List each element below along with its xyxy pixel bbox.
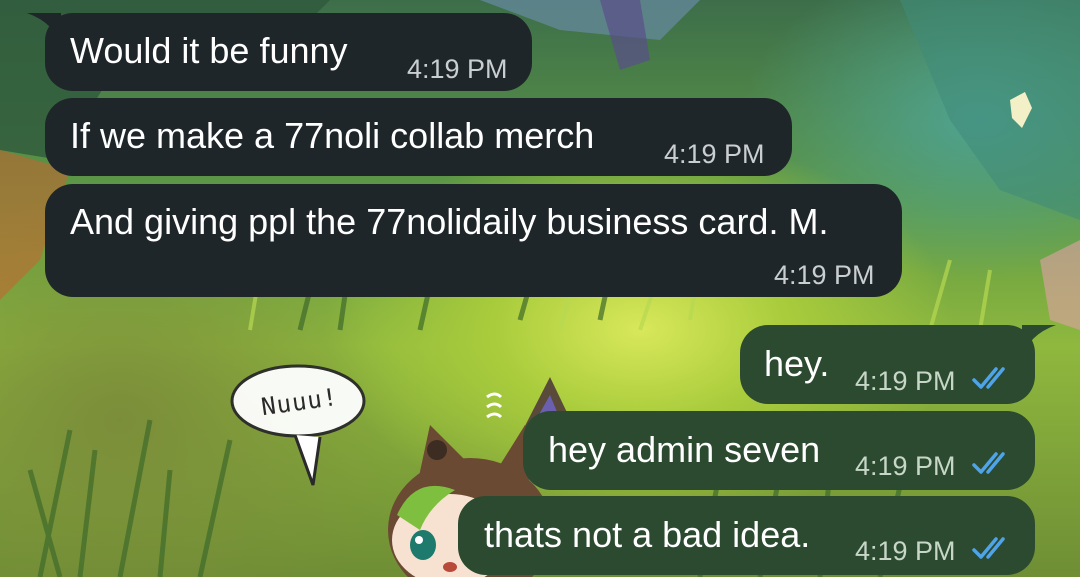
message-text: hey. <box>764 343 830 384</box>
double-check-icon <box>972 537 1005 559</box>
message-timestamp: 4:19 PM <box>855 366 956 396</box>
outgoing-message[interactable]: hey. 4:19 PM <box>740 325 1035 404</box>
message-text: Would it be funny <box>70 30 348 71</box>
message-timestamp: 4:19 PM <box>774 260 875 290</box>
message-timestamp: 4:19 PM <box>855 451 956 481</box>
message-timestamp: 4:19 PM <box>855 536 956 566</box>
outgoing-message[interactable]: hey admin seven 4:19 PM <box>523 411 1035 490</box>
double-check-icon <box>972 452 1005 474</box>
message-text: If we make a 77noli collab merch <box>70 115 595 156</box>
incoming-message[interactable]: And giving ppl the 77nolidaily business … <box>45 184 902 297</box>
double-check-icon <box>972 367 1005 389</box>
incoming-message[interactable]: If we make a 77noli collab merch 4:19 PM <box>45 98 792 176</box>
message-timestamp: 4:19 PM <box>407 54 508 84</box>
incoming-message[interactable]: Would it be funny 4:19 PM <box>45 13 532 91</box>
message-text: thats not a bad idea. <box>484 514 811 555</box>
message-text: And giving ppl the 77nolidaily business … <box>70 201 829 242</box>
message-text: hey admin seven <box>548 429 821 470</box>
message-timestamp: 4:19 PM <box>664 139 765 169</box>
outgoing-message[interactable]: thats not a bad idea. 4:19 PM <box>458 496 1035 575</box>
